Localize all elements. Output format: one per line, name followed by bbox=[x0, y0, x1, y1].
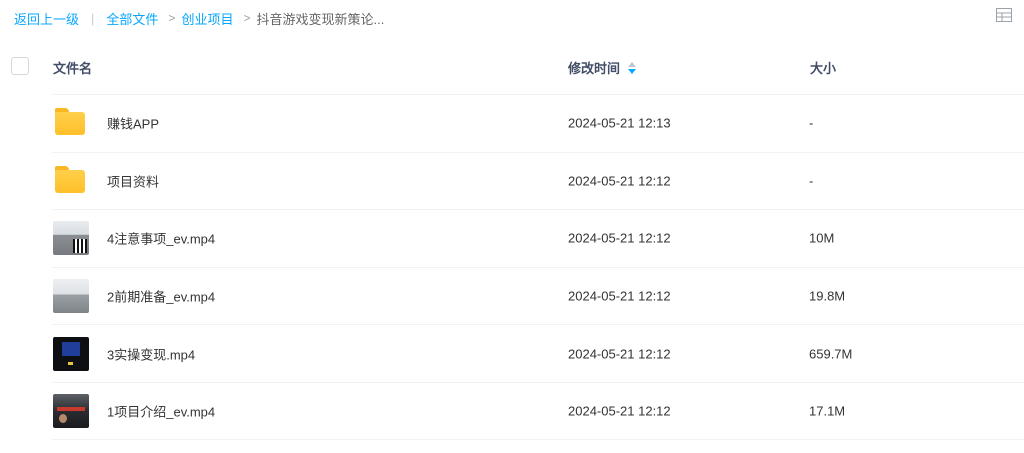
select-all-checkbox[interactable] bbox=[11, 57, 29, 75]
file-row[interactable]: 赚钱APP 2024-05-21 12:13 - bbox=[52, 94, 1024, 152]
file-modified: 2024-05-21 12:12 bbox=[568, 288, 671, 304]
video-thumbnail bbox=[53, 393, 89, 428]
file-row[interactable]: 4注意事项_ev.mp4 2024-05-21 12:12 10M bbox=[52, 209, 1024, 267]
file-size: 19.8M bbox=[809, 288, 846, 304]
breadcrumb: 返回上一级 | 全部文件 > 创业项目 > 抖音游戏变现新策论... bbox=[14, 8, 384, 28]
file-name[interactable]: 3实操变现.mp4 bbox=[107, 344, 195, 363]
file-size: 17.1M bbox=[809, 403, 846, 419]
video-thumbnail bbox=[53, 336, 89, 371]
column-header-size[interactable]: 大小 bbox=[810, 58, 836, 77]
file-name[interactable]: 赚钱APP bbox=[107, 114, 159, 133]
breadcrumb-parent-folder[interactable]: 创业项目 bbox=[181, 9, 233, 28]
file-size: - bbox=[809, 173, 814, 189]
file-modified: 2024-05-21 12:12 bbox=[568, 346, 671, 362]
video-thumbnail bbox=[53, 279, 89, 314]
grid-view-icon[interactable] bbox=[996, 8, 1012, 22]
file-row[interactable]: 项目资料 2024-05-21 12:12 - bbox=[52, 151, 1024, 210]
folder-icon bbox=[55, 108, 91, 138]
file-modified: 2024-05-21 12:12 bbox=[568, 230, 671, 246]
file-name[interactable]: 项目资料 bbox=[107, 171, 159, 190]
column-header-modified-label: 修改时间 bbox=[568, 61, 621, 76]
file-modified: 2024-05-21 12:12 bbox=[568, 403, 671, 419]
chevron-right-icon: > bbox=[168, 11, 176, 25]
file-modified: 2024-05-21 12:13 bbox=[568, 115, 671, 131]
breadcrumb-current-folder: 抖音游戏变现新策论... bbox=[256, 11, 385, 27]
column-header-modified[interactable]: 修改时间 bbox=[568, 58, 637, 77]
file-row[interactable]: 3实操变现.mp4 2024-05-21 12:12 659.7M bbox=[52, 324, 1024, 382]
file-name[interactable]: 1项目介绍_ev.mp4 bbox=[107, 401, 215, 420]
file-row[interactable]: 2前期准备_ev.mp4 2024-05-21 12:12 19.8M bbox=[52, 266, 1024, 325]
breadcrumb-separator: | bbox=[91, 10, 95, 26]
sort-icon[interactable] bbox=[628, 61, 637, 74]
file-size: 10M bbox=[809, 230, 835, 246]
file-name[interactable]: 2前期准备_ev.mp4 bbox=[107, 287, 215, 306]
chevron-right-icon: > bbox=[243, 11, 251, 25]
file-row[interactable]: 1项目介绍_ev.mp4 2024-05-21 12:12 17.1M bbox=[52, 381, 1024, 440]
file-name[interactable]: 4注意事项_ev.mp4 bbox=[107, 229, 215, 248]
column-header-name[interactable]: 文件名 bbox=[53, 58, 92, 77]
file-size: 659.7M bbox=[809, 346, 853, 362]
file-size: - bbox=[809, 115, 814, 131]
video-thumbnail bbox=[53, 221, 89, 256]
back-link[interactable]: 返回上一级 bbox=[14, 9, 79, 28]
file-modified: 2024-05-21 12:12 bbox=[568, 173, 671, 189]
folder-icon bbox=[55, 165, 91, 196]
breadcrumb-all-files[interactable]: 全部文件 bbox=[106, 9, 158, 28]
file-list: 赚钱APP 2024-05-21 12:13 - 项目资料 2024-05-21… bbox=[52, 94, 1024, 440]
